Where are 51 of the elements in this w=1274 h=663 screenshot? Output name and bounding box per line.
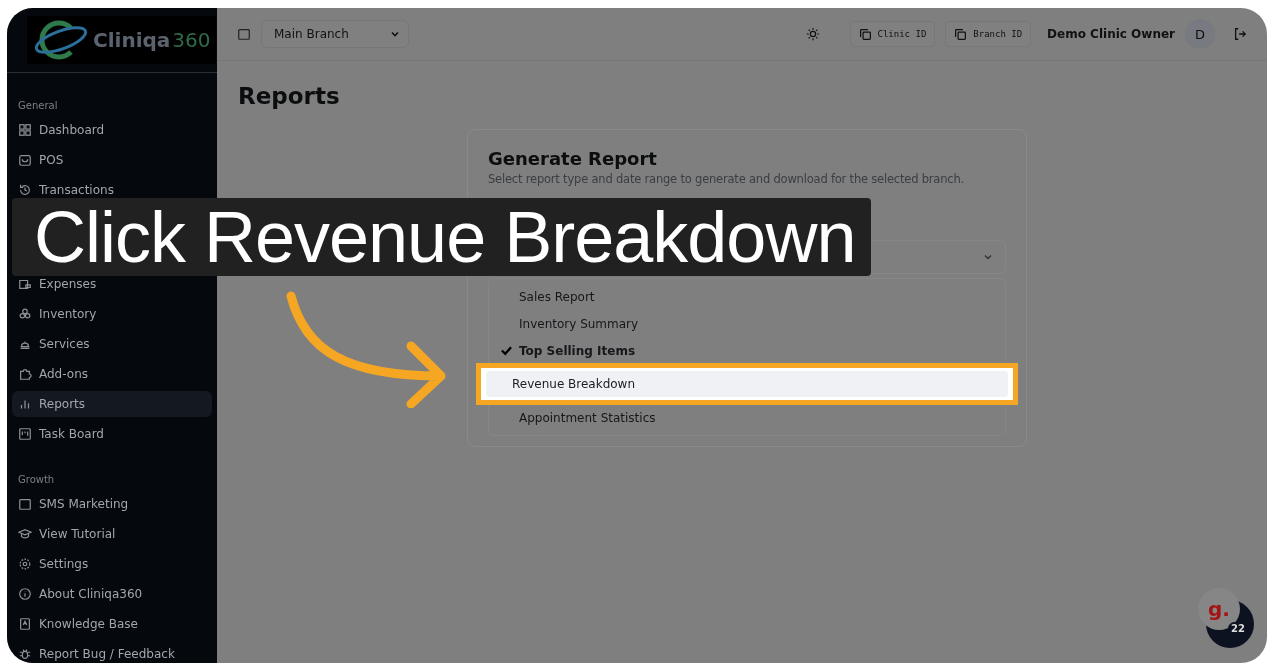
copy-id-button[interactable]: Branch ID <box>945 21 1032 47</box>
bug-icon <box>18 647 32 661</box>
dropdown-option[interactable]: Revenue Breakdown <box>486 371 1008 397</box>
card-title: Generate Report <box>488 148 658 169</box>
sidebar-item[interactable]: View Tutorial <box>12 521 212 547</box>
graduation-cap-icon <box>18 527 32 541</box>
kanban-icon <box>18 427 32 441</box>
info-icon <box>18 587 32 601</box>
user-name: Demo Clinic Owner <box>1047 27 1175 41</box>
dropdown-option[interactable]: Inventory Summary <box>493 310 1001 337</box>
copy-id-button[interactable]: Clinic ID <box>849 21 936 47</box>
sidebar-item[interactable]: Dashboard <box>12 117 212 143</box>
copy-icon <box>954 27 968 41</box>
bag-icon <box>18 153 32 167</box>
sidebar-item[interactable]: Report Bug / Feedback <box>12 641 212 663</box>
chevron-down-icon <box>390 29 400 39</box>
dropdown-option[interactable]: Sales Report <box>493 283 1001 310</box>
section-heading: Growth <box>17 473 56 485</box>
branch-select[interactable]: Main Branch <box>261 20 409 48</box>
logo-suffix: 360 <box>172 28 211 52</box>
sidebar-item[interactable]: Services <box>12 331 212 357</box>
copy-icon <box>858 27 872 41</box>
history-icon <box>18 183 32 197</box>
sidebar-item[interactable]: SMS Marketing <box>12 491 212 517</box>
logout-icon[interactable] <box>1233 27 1247 41</box>
settings-icon <box>18 557 32 571</box>
sidebar-item[interactable]: About Cliniqa360 <box>12 581 212 607</box>
card-subtitle: Select report type and date range to generate and download for the selected branch. <box>488 172 965 186</box>
square-icon <box>18 497 32 511</box>
guide-tooltip: Click Revenue Breakdown <box>12 198 872 276</box>
sidebar-item[interactable]: Add-ons <box>12 361 212 387</box>
sidebar-item[interactable]: Reports <box>12 391 212 417</box>
book-icon <box>18 617 32 631</box>
logo-text: Cliniqa <box>93 28 171 52</box>
sidebar-item[interactable]: Knowledge Base <box>12 611 212 637</box>
sidebar-item[interactable]: Task Board <box>12 421 212 447</box>
sidebar-item[interactable]: Inventory <box>12 301 212 327</box>
section-heading: General <box>17 99 59 111</box>
check-icon <box>500 344 513 357</box>
boxes-icon <box>18 307 32 321</box>
user-avatar[interactable]: D <box>1185 19 1215 49</box>
wallet-icon <box>18 277 32 291</box>
page-title: Reports <box>238 83 341 109</box>
grid-icon <box>18 123 32 137</box>
dropdown-option[interactable]: Appointment Statistics <box>493 404 1001 431</box>
sun-icon[interactable] <box>805 27 820 41</box>
sidebar-item[interactable]: Settings <box>12 551 212 577</box>
puzzle-icon <box>18 367 32 381</box>
dropdown-option[interactable]: Top Selling Items <box>493 337 1001 364</box>
sidebar-item[interactable]: POS <box>12 147 212 173</box>
chevron-down-icon <box>983 252 993 262</box>
